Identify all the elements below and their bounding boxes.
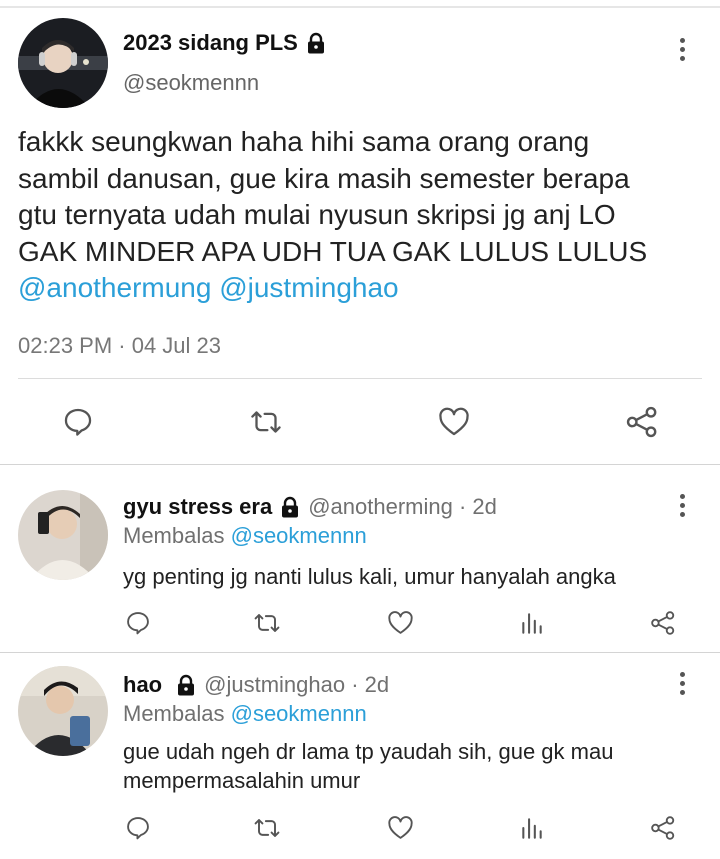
handle[interactable]: @justminghao · 2d — [204, 672, 389, 698]
retweet-icon[interactable] — [251, 607, 283, 639]
avatar[interactable] — [18, 490, 108, 580]
tweet-text-line: GAK MINDER APA UDH TUA GAK LULUS LULUS — [18, 235, 648, 267]
divider — [0, 652, 720, 653]
divider — [18, 378, 702, 379]
display-name[interactable]: hao — [123, 672, 162, 698]
comment-icon[interactable] — [58, 402, 98, 442]
heart-icon[interactable] — [384, 812, 416, 844]
tweet-text-line: fakkk seungkwan haha hihi sama orang ora… — [18, 126, 590, 157]
share-icon[interactable] — [647, 607, 679, 639]
bar-chart-icon[interactable] — [516, 812, 548, 844]
avatar[interactable] — [18, 18, 108, 108]
display-name-row: 2023 sidang PLS — [123, 30, 328, 56]
avatar[interactable] — [18, 666, 108, 756]
divider — [0, 464, 720, 465]
share-icon[interactable] — [622, 402, 662, 442]
display-name[interactable]: 2023 sidang PLS — [123, 30, 298, 56]
mention-link[interactable]: @seokmennn — [231, 523, 367, 548]
mention-link[interactable]: @justminghao — [219, 272, 398, 303]
lock-icon — [304, 31, 328, 55]
bar-chart-icon[interactable] — [516, 607, 548, 639]
display-name[interactable]: gyu stress era — [123, 494, 272, 520]
tweet-text: fakkk seungkwan haha hihi sama orang ora… — [18, 124, 708, 307]
replying-label: Membalas — [123, 701, 225, 726]
replying-label: Membalas — [123, 523, 225, 548]
reply-header: gyu stress era @anotherming · 2d — [123, 494, 497, 520]
heart-icon[interactable] — [384, 607, 416, 639]
more-vertical-icon[interactable] — [680, 38, 685, 61]
tweet-text-line: gtu ternyata udah mulai nyusun skripsi j… — [18, 199, 616, 230]
more-vertical-icon[interactable] — [680, 494, 685, 517]
heart-icon[interactable] — [434, 402, 474, 442]
lock-icon — [278, 495, 302, 519]
reply-header: hao @justminghao · 2d — [123, 672, 389, 698]
lock-icon — [174, 673, 198, 697]
replying-to: Membalas @seokmennn — [123, 523, 367, 549]
mention-link[interactable]: @seokmennn — [231, 701, 367, 726]
share-icon[interactable] — [647, 812, 679, 844]
retweet-icon[interactable] — [246, 402, 286, 442]
replying-to: Membalas @seokmennn — [123, 701, 367, 727]
tweet-thread-page: 2023 sidang PLS @seokmennn fakkk seungkw… — [0, 0, 720, 859]
reply-text: yg penting jg nanti lulus kali, umur han… — [123, 564, 616, 589]
top-divider — [0, 6, 720, 8]
more-vertical-icon[interactable] — [680, 672, 685, 695]
reply-text: gue udah ngeh dr lama tp yaudah sih, gue… — [123, 739, 614, 793]
handle[interactable]: @seokmennn — [123, 70, 259, 96]
mention-link[interactable]: @anothermung — [18, 272, 211, 303]
retweet-icon[interactable] — [251, 812, 283, 844]
handle[interactable]: @anotherming · 2d — [308, 494, 497, 520]
tweet-timestamp: 02:23 PM · 04 Jul 23 — [18, 333, 222, 358]
tweet-text-line: sambil danusan, gue kira masih semester … — [18, 162, 630, 194]
comment-icon[interactable] — [122, 607, 154, 639]
comment-icon[interactable] — [122, 812, 154, 844]
